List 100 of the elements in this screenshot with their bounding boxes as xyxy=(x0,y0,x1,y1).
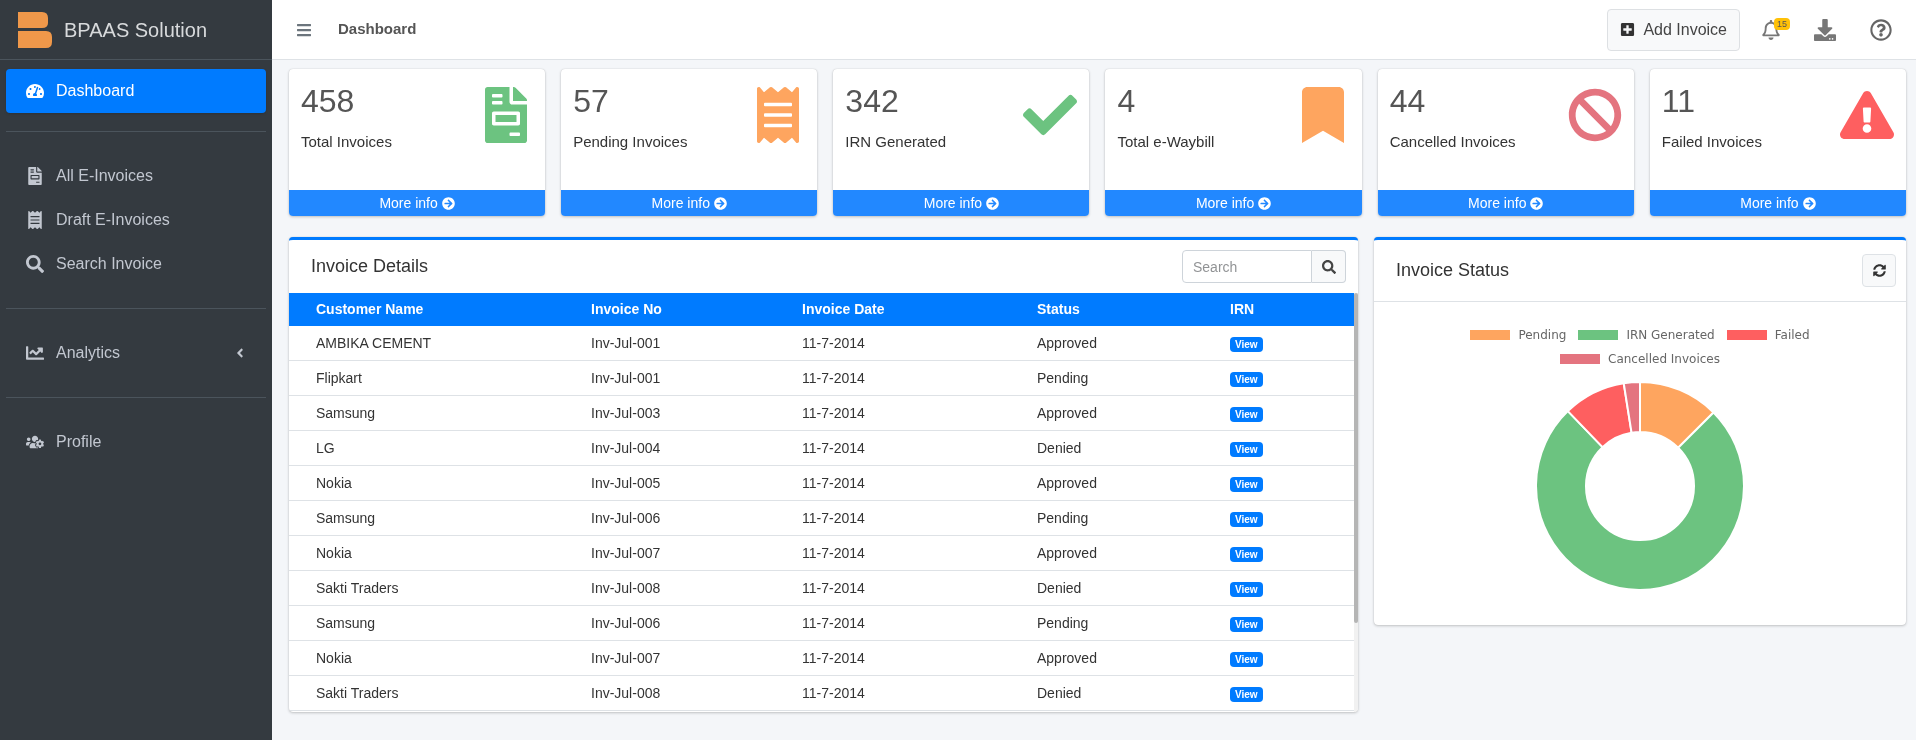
panel-title: Invoice Status xyxy=(1396,259,1510,282)
document-icon xyxy=(26,167,44,185)
stat-label: Total e-Waybill xyxy=(1117,132,1215,152)
table-cell-text: Sakti Traders xyxy=(316,683,400,703)
table-cell-text: Nokia xyxy=(316,473,353,493)
more-info-link[interactable]: More info xyxy=(289,190,546,216)
sidebar-item[interactable]: Analytics xyxy=(6,331,266,375)
table-cell-text: Inv-Jul-005 xyxy=(591,473,662,493)
legend-label: Cancelled Invoices xyxy=(1608,351,1720,368)
view-button[interactable]: View xyxy=(1230,337,1263,352)
more-info-link[interactable]: More info xyxy=(561,190,818,216)
table-cell-text: Inv-Jul-006 xyxy=(591,613,662,633)
column-header: Customer Name xyxy=(316,300,425,319)
notification-badge: 15 xyxy=(1774,17,1790,30)
stat-value: 11 xyxy=(1661,82,1697,121)
table-cell-text: 11-7-2014 xyxy=(802,473,866,493)
view-button[interactable]: View xyxy=(1230,477,1263,492)
table-cell-text: 11-7-2014 xyxy=(802,613,866,633)
table-cell-text: Inv-Jul-004 xyxy=(591,438,662,458)
stat-label: Pending Invoices xyxy=(573,132,688,152)
stat-label: Total Invoices xyxy=(301,132,392,152)
stat-value: 342 xyxy=(845,82,900,121)
line-chart-icon xyxy=(26,344,44,362)
table-cell-text: Inv-Jul-008 xyxy=(591,683,662,703)
refresh-icon xyxy=(1872,264,1886,277)
table-cell-text: Approved xyxy=(1037,543,1098,563)
more-info-link[interactable]: More info xyxy=(833,190,1090,216)
table-cell-text: Inv-Jul-007 xyxy=(591,648,662,668)
brand-name: BPAAS Solution xyxy=(64,17,208,43)
legend-label: Pending xyxy=(1518,327,1567,344)
sidebar-item[interactable]: Dashboard xyxy=(6,69,266,113)
sidebar-item[interactable]: Draft E-Invoices xyxy=(6,198,266,242)
table-cell-text: Sakti Traders xyxy=(316,578,400,598)
search-icon xyxy=(26,255,44,273)
stat-value: 458 xyxy=(301,82,356,121)
refresh-button[interactable] xyxy=(1862,254,1896,287)
table-cell-text: Flipkart xyxy=(316,368,363,388)
table-cell-text: Approved xyxy=(1037,403,1098,423)
add-invoice-button[interactable]: Add Invoice xyxy=(1607,8,1740,51)
column-header: Status xyxy=(1037,300,1081,319)
search-icon xyxy=(1321,259,1336,274)
table-cell-text: Denied xyxy=(1037,578,1083,598)
stat-label: Failed Invoices xyxy=(1661,132,1762,152)
view-button[interactable]: View xyxy=(1230,687,1263,702)
more-info-link[interactable]: More info xyxy=(1377,190,1634,216)
table-cell-text: Denied xyxy=(1037,438,1083,458)
view-button[interactable]: View xyxy=(1230,512,1263,527)
download-icon[interactable] xyxy=(1814,18,1836,41)
stat-value: 4 xyxy=(1117,82,1137,121)
legend-label: IRN Generated xyxy=(1626,327,1715,344)
search-button[interactable] xyxy=(1312,250,1346,283)
menu-icon[interactable] xyxy=(296,21,312,38)
dashboard-gauge-icon xyxy=(26,82,44,100)
scrollbar[interactable] xyxy=(1354,293,1358,712)
table-cell-text: Samsung xyxy=(316,508,377,528)
view-button[interactable]: View xyxy=(1230,442,1263,457)
logo-icon xyxy=(18,11,52,48)
table-cell-text: 11-7-2014 xyxy=(802,543,866,563)
view-button[interactable]: View xyxy=(1230,407,1263,422)
table-cell-text: Inv-Jul-006 xyxy=(591,508,662,528)
sidebar-item[interactable]: All E-Invoices xyxy=(6,154,266,198)
table-cell-text: Nokia xyxy=(316,543,353,563)
view-button[interactable]: View xyxy=(1230,372,1263,387)
table-cell-text: Inv-Jul-003 xyxy=(591,403,662,423)
chevron-icon xyxy=(234,346,246,360)
table-cell-text: 11-7-2014 xyxy=(802,438,866,458)
table-cell-text: 11-7-2014 xyxy=(802,578,866,598)
search-field[interactable]: Search xyxy=(1182,250,1312,283)
legend-label: Failed xyxy=(1774,327,1810,344)
table-cell-text: Inv-Jul-001 xyxy=(591,333,662,353)
stat-value: 44 xyxy=(1389,82,1427,121)
table-cell-text: Pending xyxy=(1037,613,1090,633)
sidebar-item[interactable]: Search Invoice xyxy=(6,242,266,286)
stat-label: Cancelled Invoices xyxy=(1389,132,1516,152)
table-cell-text: 11-7-2014 xyxy=(802,683,866,703)
table-cell-text: Approved xyxy=(1037,333,1098,353)
page-title: Dashboard xyxy=(338,19,417,40)
users-gear-icon xyxy=(26,433,44,451)
view-button[interactable]: View xyxy=(1230,582,1263,597)
sidebar-item[interactable]: Profile xyxy=(6,420,266,464)
view-button[interactable]: View xyxy=(1230,652,1263,667)
table-cell-text: 11-7-2014 xyxy=(802,333,866,353)
help-icon[interactable] xyxy=(1870,18,1892,41)
table-cell-text: 11-7-2014 xyxy=(802,368,866,388)
more-info-link[interactable]: More info xyxy=(1649,190,1906,216)
table-cell-text: Nokia xyxy=(316,648,353,668)
stat-value: 57 xyxy=(573,82,610,121)
view-button[interactable]: View xyxy=(1230,617,1263,632)
table-cell-text: Samsung xyxy=(316,613,377,633)
table-cell-text: Pending xyxy=(1037,368,1090,388)
table-cell-text: LG xyxy=(316,438,336,458)
stat-label: IRN Generated xyxy=(845,132,947,152)
table-cell-text: AMBIKA CEMENT xyxy=(316,333,433,353)
table-cell-text: Pending xyxy=(1037,508,1090,528)
table-cell-text: Denied xyxy=(1037,683,1083,703)
table-cell-text: Approved xyxy=(1037,648,1098,668)
view-button[interactable]: View xyxy=(1230,547,1263,562)
more-info-link[interactable]: More info xyxy=(1105,190,1362,216)
ban-icon xyxy=(1567,87,1622,143)
table-cell-text: Samsung xyxy=(316,403,377,423)
